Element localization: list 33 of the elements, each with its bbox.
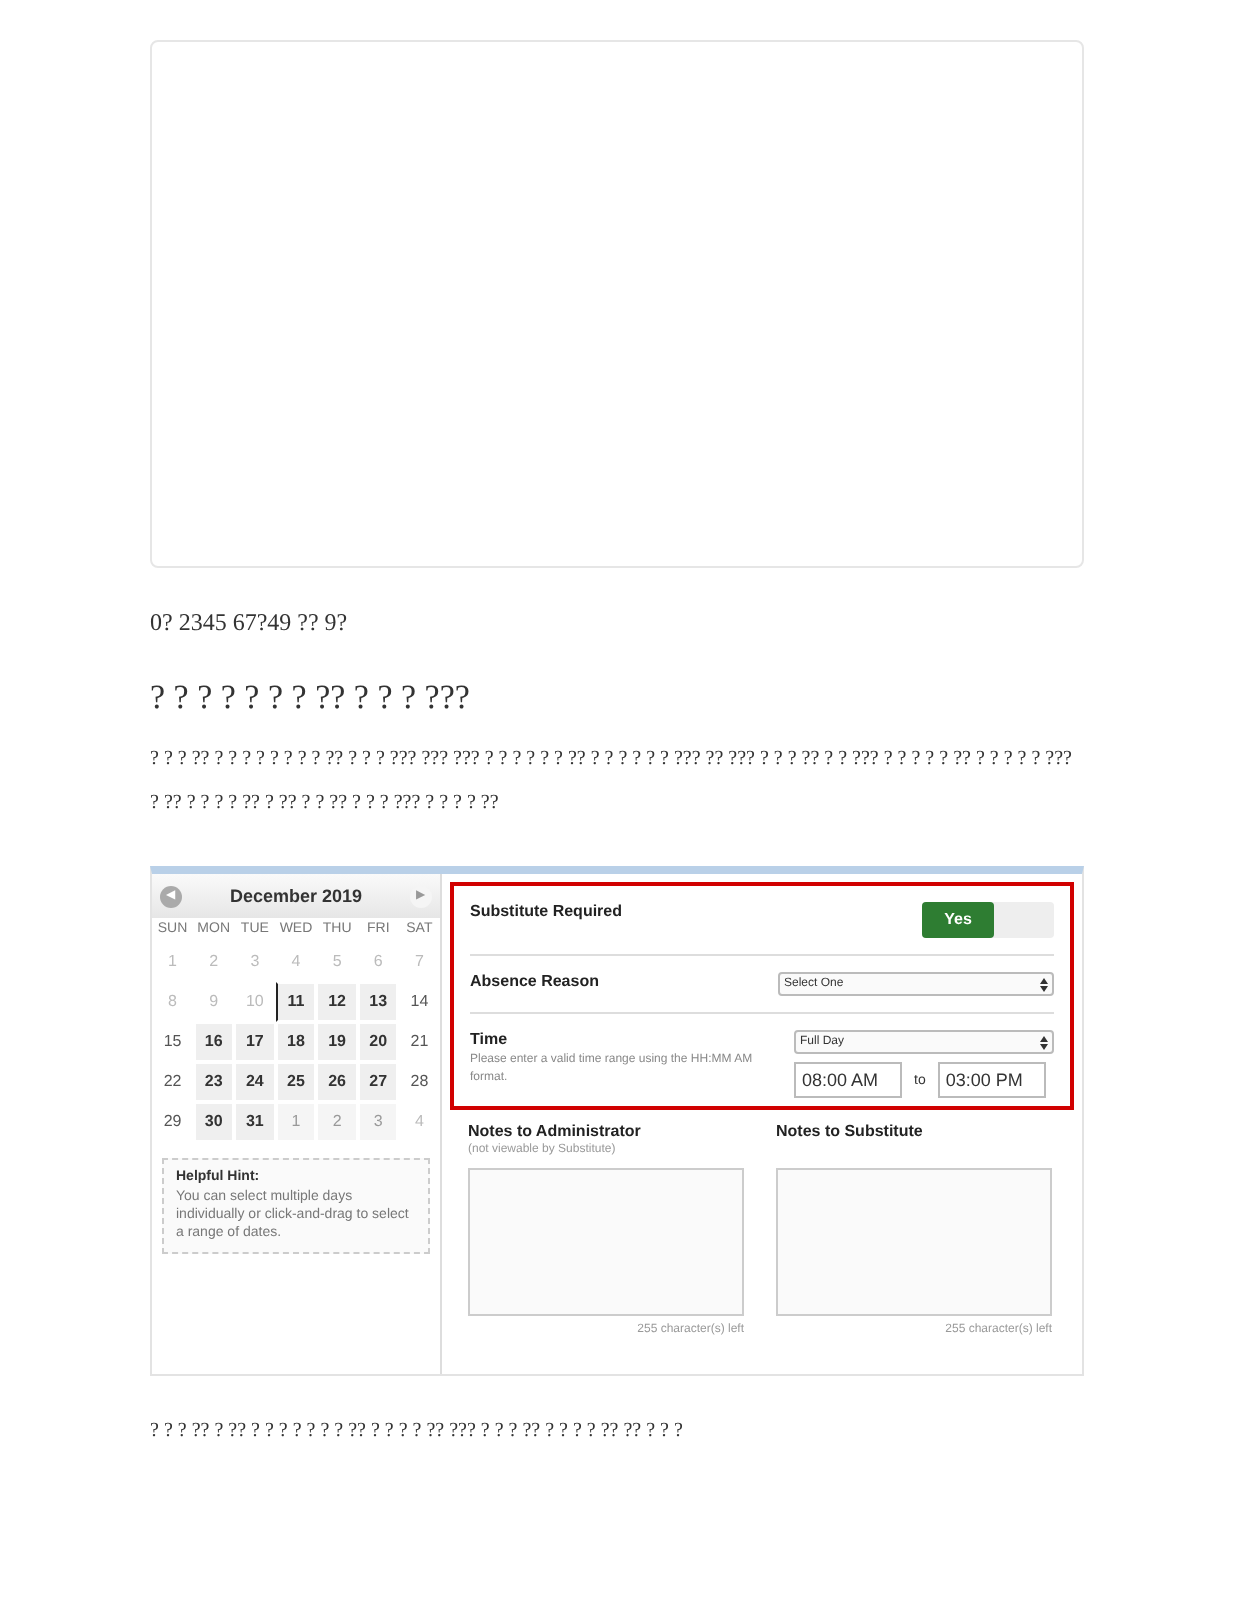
- field-label: Absence Reason: [470, 972, 599, 990]
- calendar-day[interactable]: 11: [275, 982, 317, 1022]
- month-title: December 2019: [229, 886, 363, 906]
- calendar-day[interactable]: 30: [193, 1102, 235, 1142]
- notes-label: Notes to Administrator: [468, 1122, 643, 1140]
- calendar-day[interactable]: 18: [275, 1022, 317, 1062]
- field-label: Time: [470, 1030, 510, 1048]
- calendar-day[interactable]: 13: [357, 982, 399, 1022]
- toggle-switch[interactable]: Yes: [922, 902, 1054, 938]
- notes-textarea[interactable]: [468, 1168, 744, 1316]
- calendar-day[interactable]: 19: [316, 1022, 358, 1062]
- calendar-day[interactable]: 26: [316, 1062, 358, 1102]
- section-heading: ? ? ? ? ? ? ? ?? ? ? ? ???: [150, 678, 472, 718]
- calendar-day[interactable]: 16: [193, 1022, 235, 1062]
- time-input[interactable]: 03:00 PM: [937, 1062, 1046, 1098]
- calendar-day[interactable]: 27: [357, 1062, 399, 1102]
- field-label: Substitute Required: [470, 902, 623, 920]
- notes-label: Notes to Substitute: [776, 1122, 925, 1140]
- calendar-day[interactable]: 20: [357, 1022, 399, 1062]
- calendar-day[interactable]: 12: [316, 982, 358, 1022]
- updown-arrows-icon: [1040, 1035, 1048, 1049]
- notes-textarea[interactable]: [776, 1168, 1052, 1316]
- calendar-day[interactable]: 31: [234, 1102, 276, 1142]
- footer-text: ? ? ? ?? ? ?? ? ? ? ? ? ? ? ?? ? ? ? ? ?? ??? ? ? ? ?? ? ? ? ? ?? ?? ? ? ?: [150, 1420, 685, 1442]
- intro-text: 0? 2345 67?49 ?? 9?: [150, 608, 350, 638]
- time-input[interactable]: 08:00 AM: [794, 1062, 902, 1098]
- calendar-day[interactable]: 25: [275, 1062, 317, 1102]
- calendar-day[interactable]: 24: [234, 1062, 276, 1102]
- updown-arrows-icon: [1040, 977, 1048, 991]
- calendar-day[interactable]: 23: [193, 1062, 235, 1102]
- paragraph: ? ? ? ?? ? ? ? ? ? ? ? ? ?? ? ? ? ??? ??? ??? ? ? ? ? ? ? ?? ? ? ? ? ? ? ??? ?? ??? ? ? ? ?? ? ? ??? ? ? ? ? ? ?? ? ? ? ? ? ??? ? ?? ? ? ? ? ?? ? ?? ? ? ?? ? ? ? ??? ? ? ? ? ??: [150, 746, 1074, 818]
- calendar-day[interactable]: 17: [234, 1022, 276, 1062]
- toggle-label: Yes: [922, 902, 994, 938]
